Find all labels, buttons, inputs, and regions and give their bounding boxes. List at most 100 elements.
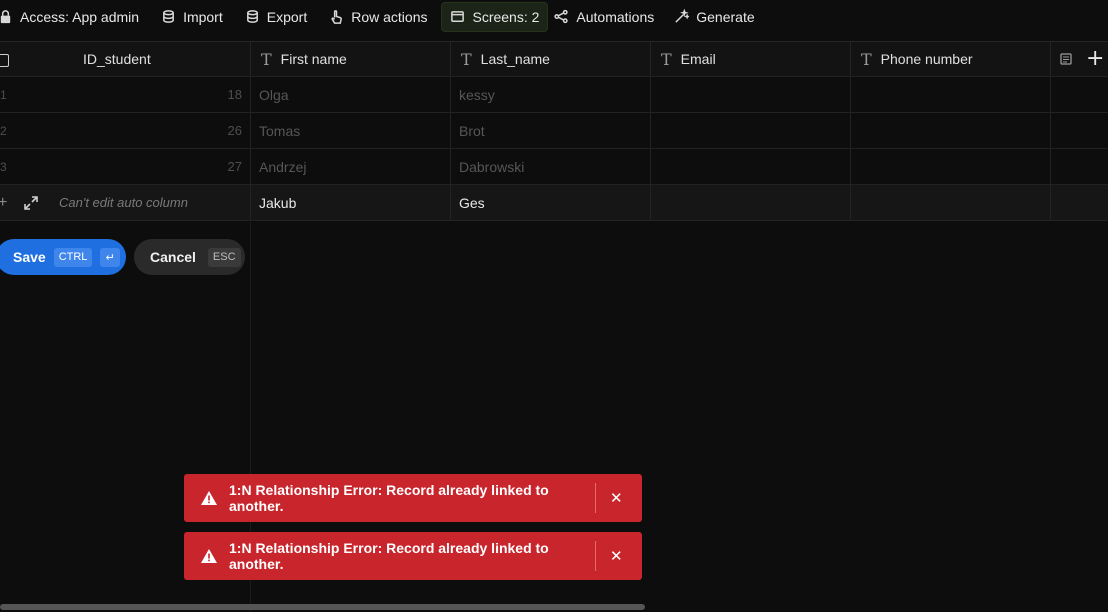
warning-icon [201, 491, 217, 505]
close-icon[interactable]: ✕ [610, 547, 642, 565]
column-header-last-name[interactable]: T Last_name [451, 42, 651, 76]
magic-wand-icon [675, 9, 690, 23]
first-name-cell[interactable]: Andrzej [251, 149, 451, 184]
first-name-cell[interactable]: Olga [251, 77, 451, 112]
extra-cell [1051, 113, 1108, 148]
cell-text: Dabrowski [459, 158, 525, 175]
text-type-icon: T [461, 49, 472, 69]
id-value: 27 [227, 159, 242, 174]
toolbar: Access: App admin Import Export Row acti… [0, 0, 1108, 33]
database-import-icon [163, 10, 174, 23]
extra-cell [1051, 149, 1108, 184]
add-column-button[interactable]: + [1086, 48, 1104, 70]
new-row[interactable]: + Can't edit auto column Jakub Ges [0, 185, 1108, 221]
import-button[interactable]: Import [161, 2, 245, 32]
generate-button[interactable]: Generate [674, 2, 764, 32]
email-cell[interactable] [651, 113, 851, 148]
email-cell[interactable] [651, 149, 851, 184]
cell-text: Olga [259, 86, 289, 103]
header-row: ID_student T First name T Last_name T Em… [0, 41, 1108, 77]
text-type-icon: T [661, 49, 672, 69]
auto-column-hint: Can't edit auto column [59, 195, 188, 210]
cell-text: Ges [459, 194, 485, 211]
column-header-phone[interactable]: T Phone number [851, 42, 1051, 76]
close-icon[interactable]: ✕ [610, 489, 642, 507]
toast-divider [595, 541, 596, 571]
warning-icon [201, 549, 217, 563]
last-name-cell[interactable]: kessy [451, 77, 651, 112]
row-number: 1 [0, 87, 7, 102]
phone-cell[interactable] [851, 77, 1051, 112]
column-type-icon [1060, 53, 1072, 65]
save-label: Save [13, 249, 46, 265]
generate-label: Generate [696, 8, 755, 25]
row-actions-label: Row actions [351, 8, 428, 25]
import-label: Import [183, 8, 223, 25]
row-number: 2 [0, 123, 7, 138]
select-all-checkbox[interactable] [0, 54, 9, 67]
access-button[interactable]: Access: App admin [0, 2, 161, 32]
id-cell: 3 27 [0, 149, 251, 184]
data-grid: ID_student T First name T Last_name T Em… [0, 41, 1108, 221]
automations-label: Automations [576, 8, 655, 25]
cell-text: kessy [459, 86, 495, 103]
first-name-input[interactable]: Jakub [251, 185, 451, 220]
cell-text: Brot [459, 122, 485, 139]
text-type-icon: T [261, 49, 272, 69]
error-toast: 1:N Relationship Error: Record already l… [184, 532, 642, 580]
table-row[interactable]: 3 27 Andrzej Dabrowski [0, 149, 1108, 185]
column-header-label: Email [680, 51, 716, 67]
column-header-label: Last_name [480, 51, 550, 67]
id-cell: + Can't edit auto column [0, 185, 251, 220]
last-name-input[interactable]: Ges [451, 185, 651, 220]
column-header-label: ID_student [83, 51, 151, 67]
toast-message: 1:N Relationship Error: Record already l… [229, 482, 549, 514]
save-button[interactable]: Save CTRL ↵ [0, 239, 126, 275]
id-cell: 2 26 [0, 113, 251, 148]
export-label: Export [266, 8, 308, 25]
toast-divider [595, 483, 596, 513]
email-input[interactable] [651, 185, 851, 220]
column-header-id[interactable]: ID_student [0, 42, 251, 76]
export-button[interactable]: Export [245, 2, 329, 32]
last-name-cell[interactable]: Dabrowski [451, 149, 651, 184]
column-header-email[interactable]: T Email [651, 42, 851, 76]
first-name-cell[interactable]: Tomas [251, 113, 451, 148]
cell-text: Tomas [259, 122, 301, 139]
error-toast: 1:N Relationship Error: Record already l… [184, 474, 642, 522]
cell-text: Andrzej [259, 158, 307, 175]
column-header-more: + [1051, 42, 1108, 76]
column-header-first-name[interactable]: T First name [251, 42, 451, 76]
row-number: 3 [0, 159, 7, 174]
table-row[interactable]: 1 18 Olga kessy [0, 77, 1108, 113]
automations-button[interactable]: Automations [554, 2, 674, 32]
row-actions-button[interactable]: Row actions [329, 2, 439, 32]
phone-input[interactable] [851, 185, 1051, 220]
screen-icon [451, 11, 465, 22]
plus-icon: + [0, 193, 8, 211]
last-name-cell[interactable]: Brot [451, 113, 651, 148]
flow-icon [554, 9, 569, 24]
id-cell: 1 18 [0, 77, 251, 112]
toast-message: 1:N Relationship Error: Record already l… [229, 540, 549, 572]
email-cell[interactable] [651, 77, 851, 112]
phone-cell[interactable] [851, 149, 1051, 184]
id-value: 18 [227, 87, 242, 102]
cell-text: Jakub [259, 194, 297, 211]
table-row[interactable]: 2 26 Tomas Brot [0, 113, 1108, 149]
screens-button[interactable]: Screens: 2 [441, 1, 549, 32]
column-header-label: First name [280, 51, 347, 67]
screens-label: Screens: 2 [472, 8, 540, 25]
cancel-button[interactable]: Cancel ESC [134, 239, 245, 275]
text-type-icon: T [861, 49, 872, 69]
ctrl-shortcut-badge: CTRL [53, 247, 93, 267]
cancel-label: Cancel [150, 249, 196, 265]
expand-icon[interactable] [23, 195, 39, 211]
column-header-label: Phone number [880, 51, 973, 67]
lock-icon [0, 10, 11, 24]
id-value: 26 [227, 123, 242, 138]
pointer-hand-icon [331, 10, 343, 24]
horizontal-scrollbar[interactable] [0, 604, 645, 610]
esc-shortcut-badge: ESC [207, 247, 241, 267]
phone-cell[interactable] [851, 113, 1051, 148]
